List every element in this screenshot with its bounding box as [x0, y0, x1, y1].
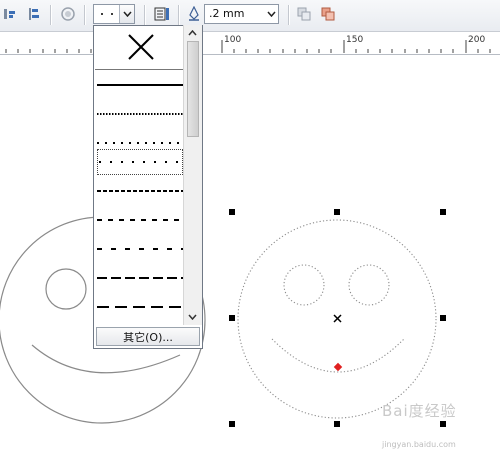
ruler-label: 100 — [224, 35, 242, 45]
line-style-option-none[interactable] — [95, 27, 185, 70]
line-style-option-medium-dash[interactable] — [95, 235, 185, 264]
toolbar-separator — [50, 5, 52, 25]
drawing-canvas[interactable] — [0, 55, 500, 456]
handle-top-right[interactable] — [440, 209, 446, 215]
other-line-style-button[interactable]: 其它(O)... — [96, 327, 200, 346]
chevron-down-icon[interactable] — [119, 5, 134, 23]
ruler-ticks — [5, 40, 491, 53]
line-style-option-dash[interactable] — [95, 206, 185, 235]
handle-bottom-right[interactable] — [440, 421, 446, 427]
handle-bottom-center[interactable] — [334, 421, 340, 427]
line-style-option-fine-dotted[interactable] — [95, 100, 185, 129]
to-front-icon[interactable] — [294, 4, 314, 24]
handle-middle-right[interactable] — [440, 315, 446, 321]
distribute-icon[interactable] — [24, 4, 44, 24]
line-style-option-dotted-wide[interactable] — [95, 147, 185, 177]
handle-top-center[interactable] — [334, 209, 340, 215]
toolbar-separator — [84, 5, 86, 25]
outline-pen-icon[interactable] — [184, 4, 204, 24]
horizontal-ruler: 100 150 200 — [0, 32, 500, 55]
align-icon[interactable] — [0, 4, 20, 24]
eye-left — [45, 268, 87, 310]
center-marker-icon[interactable] — [333, 314, 342, 323]
outline-width-combo[interactable]: .2 mm — [204, 4, 279, 24]
line-style-option-long-dash[interactable] — [95, 264, 185, 293]
dropdown-scrollbar[interactable] — [183, 25, 202, 325]
contour-icon[interactable] — [58, 4, 78, 24]
toolbar-separator — [144, 5, 146, 25]
handle-bottom-left[interactable] — [229, 421, 235, 427]
toolbar-separator — [288, 5, 290, 25]
to-back-icon[interactable] — [318, 4, 338, 24]
watermark-url: jingyan.baidu.com — [382, 440, 456, 449]
toolbar: .2 mm — [0, 0, 500, 32]
node-marker-icon[interactable] — [333, 362, 343, 372]
scroll-down-icon[interactable] — [186, 311, 199, 323]
chevron-down-icon[interactable] — [264, 5, 278, 23]
line-style-option-solid[interactable] — [95, 71, 185, 100]
watermark-logo: Bai度经验 — [382, 402, 457, 420]
outline-width-value: .2 mm — [209, 7, 245, 20]
scroll-up-icon[interactable] — [186, 27, 199, 39]
ruler-label: 200 — [468, 35, 486, 45]
line-style-combo[interactable] — [93, 4, 135, 24]
eye-right — [348, 264, 390, 306]
line-style-icon[interactable] — [152, 4, 172, 24]
handle-middle-left[interactable] — [229, 315, 235, 321]
toolbar-separator — [178, 5, 180, 25]
eye-left — [283, 264, 325, 306]
handle-top-left[interactable] — [229, 209, 235, 215]
scroll-thumb[interactable] — [187, 41, 199, 137]
ruler-label: 150 — [346, 35, 364, 45]
line-style-option-extra-long-dash[interactable] — [95, 293, 185, 322]
line-style-option-short-dash[interactable] — [95, 177, 185, 206]
close-icon — [128, 34, 154, 60]
mouth — [31, 344, 181, 374]
line-style-list — [95, 27, 185, 327]
